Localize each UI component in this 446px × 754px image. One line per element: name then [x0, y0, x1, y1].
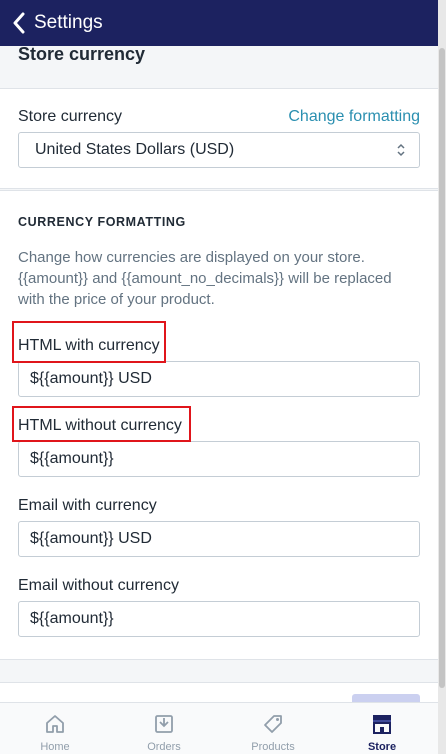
- home-icon: [44, 711, 66, 737]
- orders-icon: [153, 711, 175, 737]
- section-heading: CURRENCY FORMATTING: [18, 215, 186, 229]
- tab-products[interactable]: Products: [233, 703, 313, 754]
- tab-store[interactable]: Store: [342, 703, 422, 754]
- email-without-currency-label: Email without currency: [18, 577, 179, 594]
- change-formatting-link[interactable]: Change formatting: [288, 108, 420, 126]
- html-without-currency-input[interactable]: ${{amount}}: [18, 441, 420, 477]
- tab-label: Products: [251, 741, 295, 753]
- store-currency-card: Store currency Change formatting United …: [0, 88, 438, 189]
- currency-select[interactable]: United States Dollars (USD): [18, 132, 420, 168]
- tab-label: Store: [367, 741, 397, 753]
- email-with-currency-input[interactable]: ${{amount}} USD: [18, 521, 420, 557]
- store-currency-label: Store currency: [18, 108, 123, 125]
- products-icon: [262, 711, 284, 737]
- store-icon: [370, 711, 394, 737]
- scrollbar-thumb[interactable]: [439, 48, 445, 688]
- html-with-currency-input[interactable]: ${{amount}} USD: [18, 361, 420, 397]
- page-title: Store currency: [18, 44, 146, 64]
- chevron-left-icon[interactable]: [4, 0, 34, 46]
- top-nav-bar: Settings: [0, 0, 438, 46]
- tab-label: Orders: [147, 741, 181, 753]
- tab-home[interactable]: Home: [15, 703, 95, 754]
- help-text: Change how currencies are displayed on y…: [18, 249, 392, 308]
- highlight-box: [12, 406, 191, 442]
- email-with-currency-label: Email with currency: [18, 497, 157, 514]
- back-button[interactable]: Settings: [34, 12, 103, 34]
- highlight-box: [12, 321, 166, 363]
- tab-orders[interactable]: Orders: [124, 703, 204, 754]
- tab-bar: Home Orders Products Store: [0, 702, 438, 754]
- select-arrows-icon: [397, 143, 405, 157]
- scrollbar[interactable]: [438, 0, 446, 754]
- email-without-currency-input[interactable]: ${{amount}}: [18, 601, 420, 637]
- currency-select-value: United States Dollars (USD): [35, 141, 235, 158]
- tab-label: Home: [40, 741, 70, 753]
